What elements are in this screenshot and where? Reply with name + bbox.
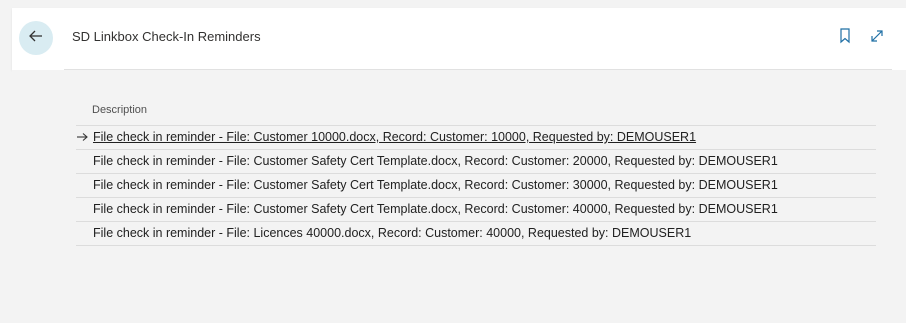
column-header-description[interactable]: Description [92, 104, 147, 116]
row-description-link[interactable]: File check in reminder - File: Customer … [93, 130, 696, 144]
reminder-list: File check in reminder - File: Customer … [76, 125, 876, 246]
back-button[interactable] [19, 21, 53, 55]
expand-button[interactable] [868, 29, 886, 47]
list-item[interactable]: File check in reminder - File: Customer … [76, 149, 876, 173]
expand-icon [869, 28, 885, 49]
row-description: File check in reminder - File: Customer … [93, 202, 778, 216]
bookmark-icon [838, 27, 852, 49]
page-title: SD Linkbox Check-In Reminders [72, 29, 261, 44]
list-item[interactable]: File check in reminder - File: Customer … [76, 197, 876, 221]
divider [64, 69, 892, 70]
row-description: File check in reminder - File: Customer … [93, 154, 778, 168]
arrow-left-icon [27, 27, 45, 50]
page: SD Linkbox Check-In Reminders Descriptio… [0, 0, 906, 323]
row-selected-arrow-icon [76, 130, 88, 144]
list-item[interactable]: File check in reminder - File: Customer … [76, 173, 876, 197]
row-description: File check in reminder - File: Customer … [93, 178, 778, 192]
row-description: File check in reminder - File: Licences … [93, 226, 692, 240]
bookmark-button[interactable] [836, 27, 854, 49]
list-item[interactable]: File check in reminder - File: Licences … [76, 221, 876, 246]
list-item[interactable]: File check in reminder - File: Customer … [76, 125, 876, 149]
